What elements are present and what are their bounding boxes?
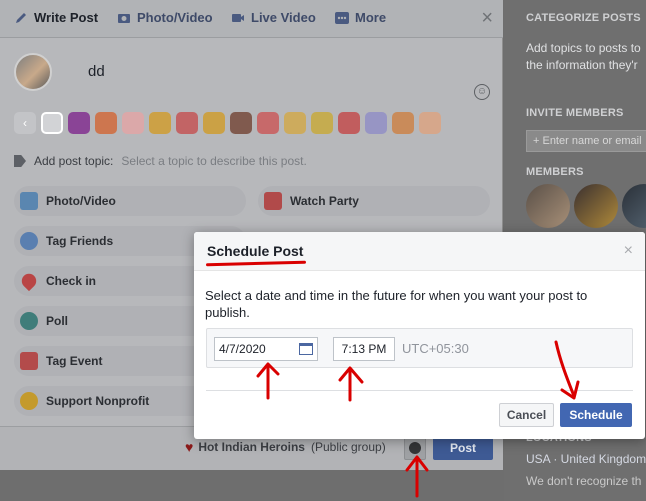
swatch[interactable] xyxy=(203,112,225,134)
poll-icon xyxy=(20,312,38,330)
composer-close-button[interactable]: × xyxy=(481,8,493,28)
tab-label: Write Post xyxy=(34,10,99,25)
datetime-picker: 4/7/2020 7:13 PM UTC+05:30 xyxy=(206,328,633,368)
dialog-close-button[interactable]: × xyxy=(624,243,633,259)
dialog-title: Schedule Post xyxy=(207,243,304,259)
swatch-default[interactable] xyxy=(41,112,63,134)
tag-friends-icon xyxy=(20,232,38,250)
tab-write-post[interactable]: Write Post xyxy=(14,10,98,25)
swatch[interactable] xyxy=(392,112,414,134)
group-audience[interactable]: ♥ Hot Indian Heroins (Public group) xyxy=(185,439,386,455)
swatch[interactable] xyxy=(149,112,171,134)
option-label: Watch Party xyxy=(290,194,359,208)
calendar-icon xyxy=(20,352,38,370)
date-value: 4/7/2020 xyxy=(219,342,266,356)
swatch[interactable] xyxy=(419,112,441,134)
swatch[interactable] xyxy=(257,112,279,134)
post-topic-row[interactable]: Add post topic: Select a topic to descri… xyxy=(14,154,307,168)
group-name: Hot Indian Heroins xyxy=(198,440,305,454)
chevron-left-icon[interactable]: ‹ xyxy=(14,112,36,134)
swatch[interactable] xyxy=(95,112,117,134)
tab-label: Photo/Video xyxy=(137,10,213,25)
date-input[interactable]: 4/7/2020 xyxy=(214,337,318,361)
member-avatar[interactable] xyxy=(622,184,646,228)
swatch[interactable] xyxy=(68,112,90,134)
invite-member-input[interactable]: + Enter name or email xyxy=(526,130,646,152)
location-link[interactable]: USA · United Kingdom xyxy=(526,452,646,466)
more-icon xyxy=(335,11,349,24)
swatch[interactable] xyxy=(122,112,144,134)
background-color-picker: ‹ xyxy=(14,112,441,134)
schedule-clock-button[interactable] xyxy=(404,436,426,460)
video-icon xyxy=(232,13,244,22)
composer-tabs: Write Post Photo/Video Live Video More × xyxy=(0,0,503,38)
option-label: Poll xyxy=(46,314,69,328)
schedule-post-dialog: Schedule Post × Select a date and time i… xyxy=(194,232,645,439)
emoji-icon[interactable]: ☺ xyxy=(474,84,490,100)
option-label: Tag Friends xyxy=(46,234,114,248)
tag-icon xyxy=(14,155,26,167)
categorize-text-2: the information they'r xyxy=(526,58,638,72)
timezone-label: UTC+05:30 xyxy=(402,341,469,356)
annotation-underline xyxy=(205,260,307,267)
location-note: We don't recognize th xyxy=(526,474,642,488)
swatch[interactable] xyxy=(284,112,306,134)
tab-label: Live Video xyxy=(251,10,316,25)
photo-icon xyxy=(20,192,38,210)
broken-heart-icon: ♥ xyxy=(185,439,194,455)
swatch[interactable] xyxy=(365,112,387,134)
swatch[interactable] xyxy=(230,112,252,134)
member-avatar[interactable] xyxy=(574,184,618,228)
option-watch-party[interactable]: Watch Party xyxy=(258,186,490,216)
dialog-divider xyxy=(206,390,633,391)
option-label: Tag Event xyxy=(46,354,103,368)
nonprofit-icon xyxy=(20,392,38,410)
post-button[interactable]: Post xyxy=(433,436,493,460)
option-label: Support Nonprofit xyxy=(46,394,150,408)
option-label: Check in xyxy=(46,274,97,288)
invite-heading: INVITE MEMBERS xyxy=(526,107,624,119)
tab-more[interactable]: More xyxy=(335,10,386,25)
calendar-icon[interactable] xyxy=(299,343,313,355)
tab-photo-video[interactable]: Photo/Video xyxy=(117,10,213,25)
swatch[interactable] xyxy=(176,112,198,134)
camera-icon xyxy=(118,13,130,23)
topic-label: Add post topic: xyxy=(34,154,114,168)
dialog-description: Select a date and time in the future for… xyxy=(205,288,588,320)
categorize-heading: CATEGORIZE POSTS xyxy=(526,12,641,24)
topic-placeholder[interactable]: Select a topic to describe this post. xyxy=(121,154,306,168)
categorize-text-1: Add topics to posts to xyxy=(526,41,641,55)
option-label: Photo/Video xyxy=(46,194,116,208)
member-avatar[interactable] xyxy=(526,184,570,228)
avatar xyxy=(14,53,52,91)
clock-icon xyxy=(409,442,421,454)
dialog-header: Schedule Post × xyxy=(194,232,645,271)
group-privacy: (Public group) xyxy=(310,440,386,454)
members-heading: MEMBERS xyxy=(526,166,584,178)
pencil-icon xyxy=(16,12,26,23)
swatch[interactable] xyxy=(338,112,360,134)
time-input[interactable]: 7:13 PM xyxy=(333,337,395,361)
schedule-button[interactable]: Schedule xyxy=(560,403,632,427)
post-text-input[interactable]: dd xyxy=(88,63,105,80)
swatch[interactable] xyxy=(311,112,333,134)
tab-label: More xyxy=(355,10,387,25)
cancel-button[interactable]: Cancel xyxy=(499,403,554,427)
option-photo-video[interactable]: Photo/Video xyxy=(14,186,246,216)
location-pin-icon xyxy=(18,270,40,292)
popcorn-icon xyxy=(264,192,282,210)
tab-live-video[interactable]: Live Video xyxy=(231,10,316,25)
